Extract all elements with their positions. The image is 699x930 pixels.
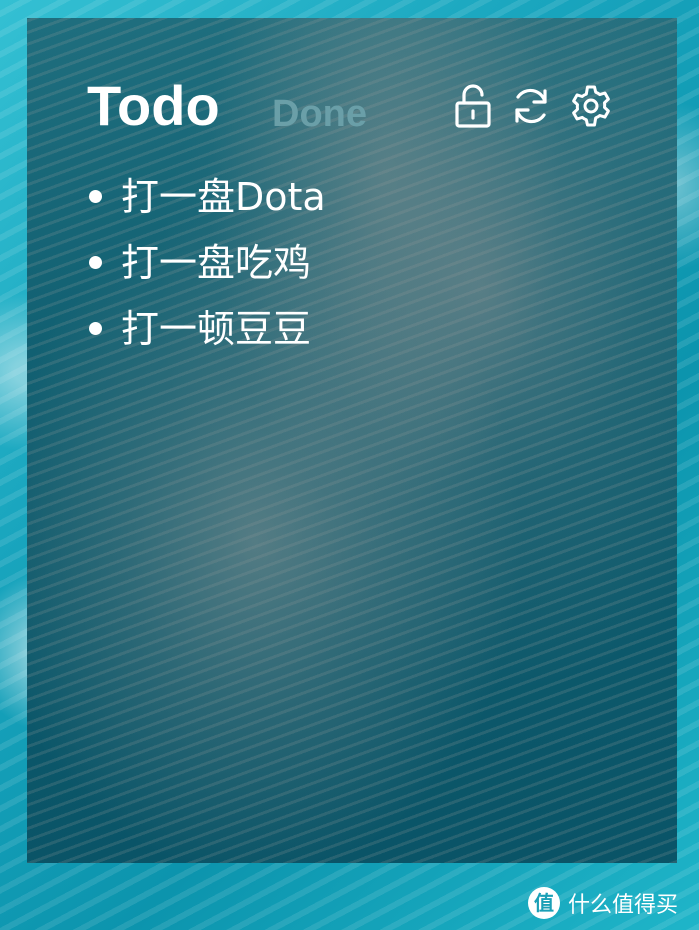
refresh-icon[interactable] <box>507 82 555 130</box>
site-logo-icon: 值 <box>528 887 560 919</box>
unlock-icon[interactable] <box>449 82 497 130</box>
tab-todo[interactable]: Todo <box>87 76 220 136</box>
todo-list: 打一盘Dota 打一盘吃鸡 打一顿豆豆 <box>89 168 326 366</box>
bullet-icon <box>89 256 102 269</box>
todo-item[interactable]: 打一盘Dota <box>89 168 326 234</box>
todo-item[interactable]: 打一盘吃鸡 <box>89 234 326 300</box>
widget-header: Todo Done <box>87 76 627 166</box>
todo-item-label: 打一盘Dota <box>121 175 326 219</box>
bullet-icon <box>89 322 102 335</box>
tab-done[interactable]: Done <box>272 92 367 136</box>
watermark-site-name: 什么值得买 <box>568 893 679 918</box>
watermark: 值 什么值得买 <box>528 885 678 921</box>
gear-icon[interactable] <box>567 82 615 130</box>
todo-widget: Todo Done 打一盘Dota 打一盘吃鸡 打一顿豆豆 <box>27 18 677 863</box>
todo-item[interactable]: 打一顿豆豆 <box>89 300 326 366</box>
todo-item-label: 打一盘吃鸡 <box>121 241 312 285</box>
bullet-icon <box>89 190 102 203</box>
todo-item-label: 打一顿豆豆 <box>121 307 312 351</box>
